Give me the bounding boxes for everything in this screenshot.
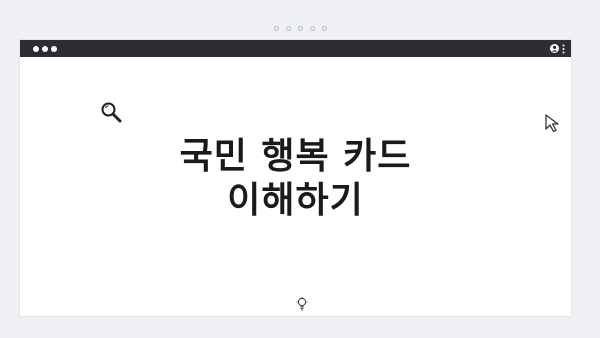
pagination-dot[interactable] (321, 26, 327, 31)
browser-window: 국민 행복 카드 이해하기 (20, 40, 571, 316)
close-window-dot[interactable] (33, 45, 39, 52)
pagination-dot[interactable] (297, 26, 303, 31)
profile-icon[interactable] (550, 44, 559, 53)
page-headline: 국민 행복 카드 이해하기 (20, 135, 571, 223)
window-controls (33, 45, 57, 52)
page-content: 국민 행복 카드 이해하기 (20, 57, 571, 316)
minimize-window-dot[interactable] (42, 45, 48, 52)
titlebar-actions (550, 44, 565, 54)
search-icon (100, 101, 122, 127)
cursor-arrow-icon (543, 113, 563, 137)
maximize-window-dot[interactable] (51, 45, 57, 52)
window-titlebar (20, 40, 571, 57)
headline-line-1: 국민 행복 카드 (179, 136, 412, 177)
headline-line-2: 이해하기 (227, 180, 364, 221)
pagination-dot[interactable] (285, 26, 291, 31)
pagination-dot[interactable] (273, 26, 279, 31)
kebab-menu-icon[interactable] (562, 44, 565, 54)
pagination-dots (0, 26, 600, 31)
lightbulb-icon (296, 296, 308, 315)
pagination-dot[interactable] (309, 26, 315, 31)
